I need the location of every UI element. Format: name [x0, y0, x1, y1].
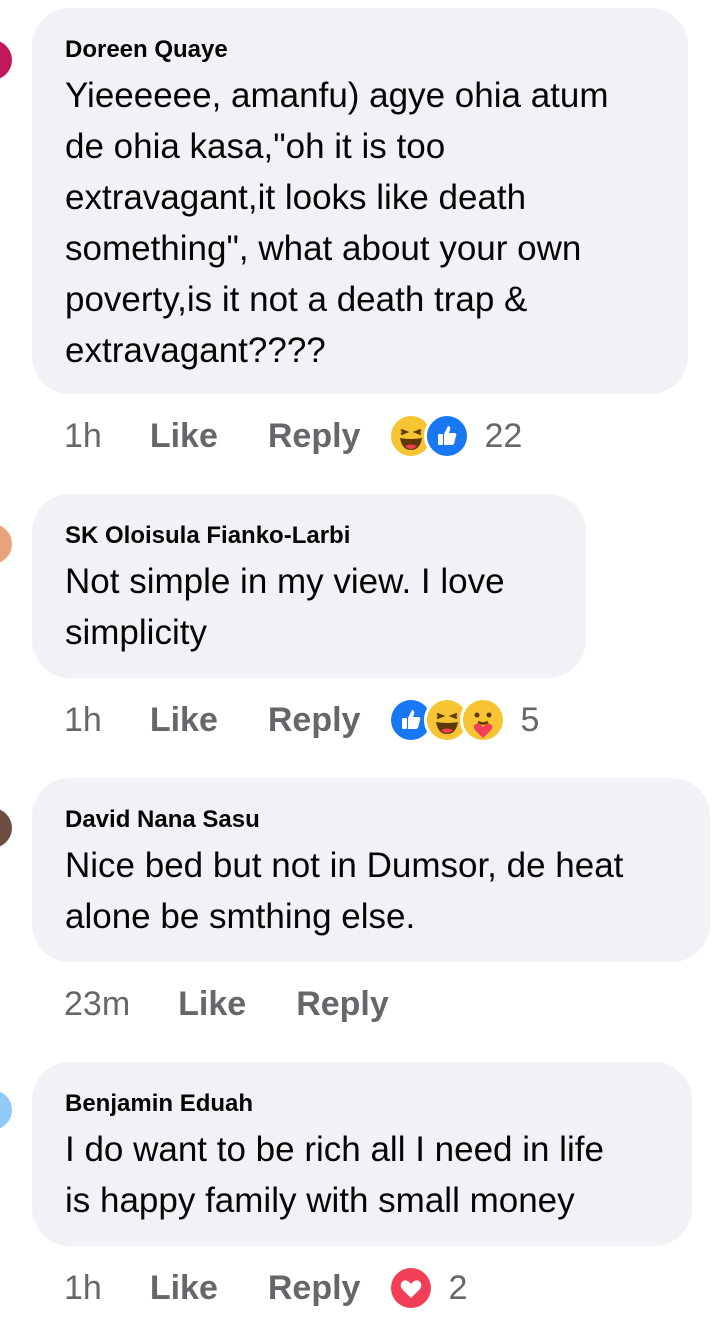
avatar[interactable] — [0, 40, 12, 80]
comment-author[interactable]: David Nana Sasu — [65, 806, 678, 834]
comment-bubble: Benjamin Eduah I do want to be rich all … — [32, 1062, 692, 1246]
comment-bubble: David Nana Sasu Nice bed but not in Dums… — [32, 778, 710, 962]
reaction-count[interactable]: 22 — [484, 417, 522, 456]
love-icon — [388, 1265, 435, 1311]
comment-time[interactable]: 1h — [64, 417, 102, 456]
comment-actions: 1h Like Reply 2 — [64, 1265, 467, 1311]
like-icon — [424, 413, 471, 459]
reply-button[interactable]: Reply — [296, 985, 389, 1024]
avatar[interactable] — [0, 1090, 12, 1130]
reply-button[interactable]: Reply — [268, 701, 361, 740]
care-icon — [460, 697, 507, 743]
comment-text: Not simple in my view. I love simplicity — [65, 562, 505, 652]
like-button[interactable]: Like — [178, 985, 246, 1024]
reply-button[interactable]: Reply — [268, 1269, 361, 1308]
comment-text: I do want to be rich all I need in life … — [65, 1130, 604, 1220]
comment-bubble: SK Oloisula Fianko-Larbi Not simple in m… — [32, 494, 586, 678]
avatar[interactable] — [0, 524, 12, 564]
comment-time[interactable]: 1h — [64, 1269, 102, 1308]
reaction-summary[interactable] — [388, 413, 471, 459]
comment-author[interactable]: Benjamin Eduah — [65, 1090, 660, 1118]
reply-button[interactable]: Reply — [268, 417, 361, 456]
comment-text: Nice bed but not in Dumsor, de heat alon… — [65, 846, 624, 936]
like-button[interactable]: Like — [150, 417, 218, 456]
avatar[interactable] — [0, 808, 12, 848]
comment-actions: 1h Like Reply 5 — [64, 697, 539, 743]
reaction-summary[interactable] — [388, 1265, 435, 1311]
reaction-count[interactable]: 2 — [448, 1269, 467, 1308]
comment-author[interactable]: Doreen Quaye — [65, 36, 656, 64]
like-button[interactable]: Like — [150, 701, 218, 740]
comment-actions: 23m Like Reply — [64, 982, 417, 1026]
comment-time[interactable]: 1h — [64, 701, 102, 740]
comment-time[interactable]: 23m — [64, 985, 130, 1024]
reaction-count[interactable]: 5 — [520, 701, 539, 740]
comment-author[interactable]: SK Oloisula Fianko-Larbi — [65, 522, 554, 550]
comment-bubble: Doreen Quaye Yieeeeee, amanfu) agye ohia… — [32, 8, 688, 394]
reaction-summary[interactable] — [388, 697, 507, 743]
like-button[interactable]: Like — [150, 1269, 218, 1308]
comment-actions: 1h Like Reply 22 — [64, 413, 522, 459]
comment-text: Yieeeeee, amanfu) agye ohia atum de ohia… — [65, 76, 609, 370]
